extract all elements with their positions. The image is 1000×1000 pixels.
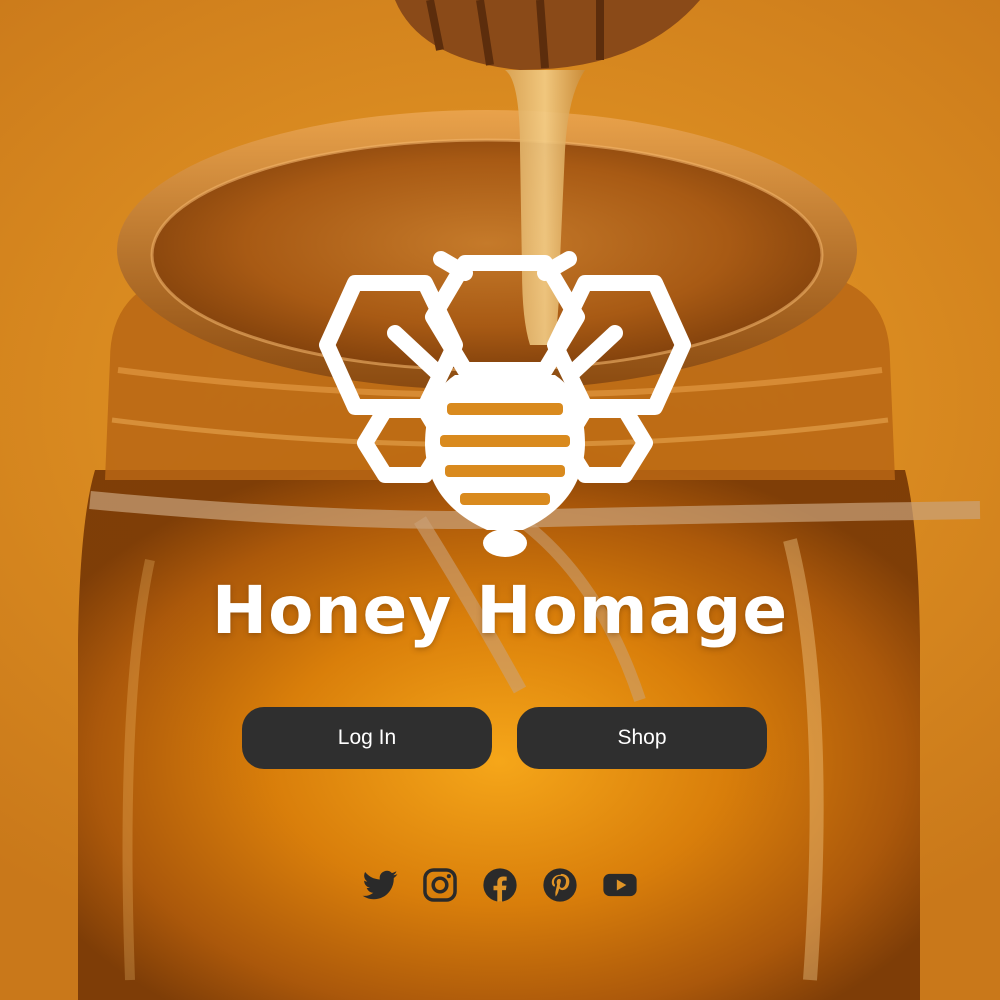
- social-links: [0, 866, 1000, 904]
- hero-content: Honey Homage Log In Shop: [0, 0, 1000, 1000]
- facebook-link[interactable]: [481, 866, 519, 904]
- pinterest-link[interactable]: [541, 866, 579, 904]
- youtube-link[interactable]: [601, 866, 639, 904]
- bee-honeycomb-logo-icon: [319, 251, 691, 557]
- facebook-icon: [483, 868, 517, 902]
- twitter-icon: [362, 870, 398, 900]
- instagram-link[interactable]: [421, 866, 459, 904]
- youtube-icon: [603, 873, 637, 897]
- login-button[interactable]: Log In: [242, 707, 492, 769]
- instagram-icon: [423, 868, 457, 902]
- brand-title: Honey Homage: [211, 572, 789, 649]
- landing-page: Honey Homage Log In Shop: [0, 0, 1000, 1000]
- shop-button[interactable]: Shop: [517, 707, 767, 769]
- pinterest-icon: [543, 868, 577, 902]
- twitter-link[interactable]: [361, 866, 399, 904]
